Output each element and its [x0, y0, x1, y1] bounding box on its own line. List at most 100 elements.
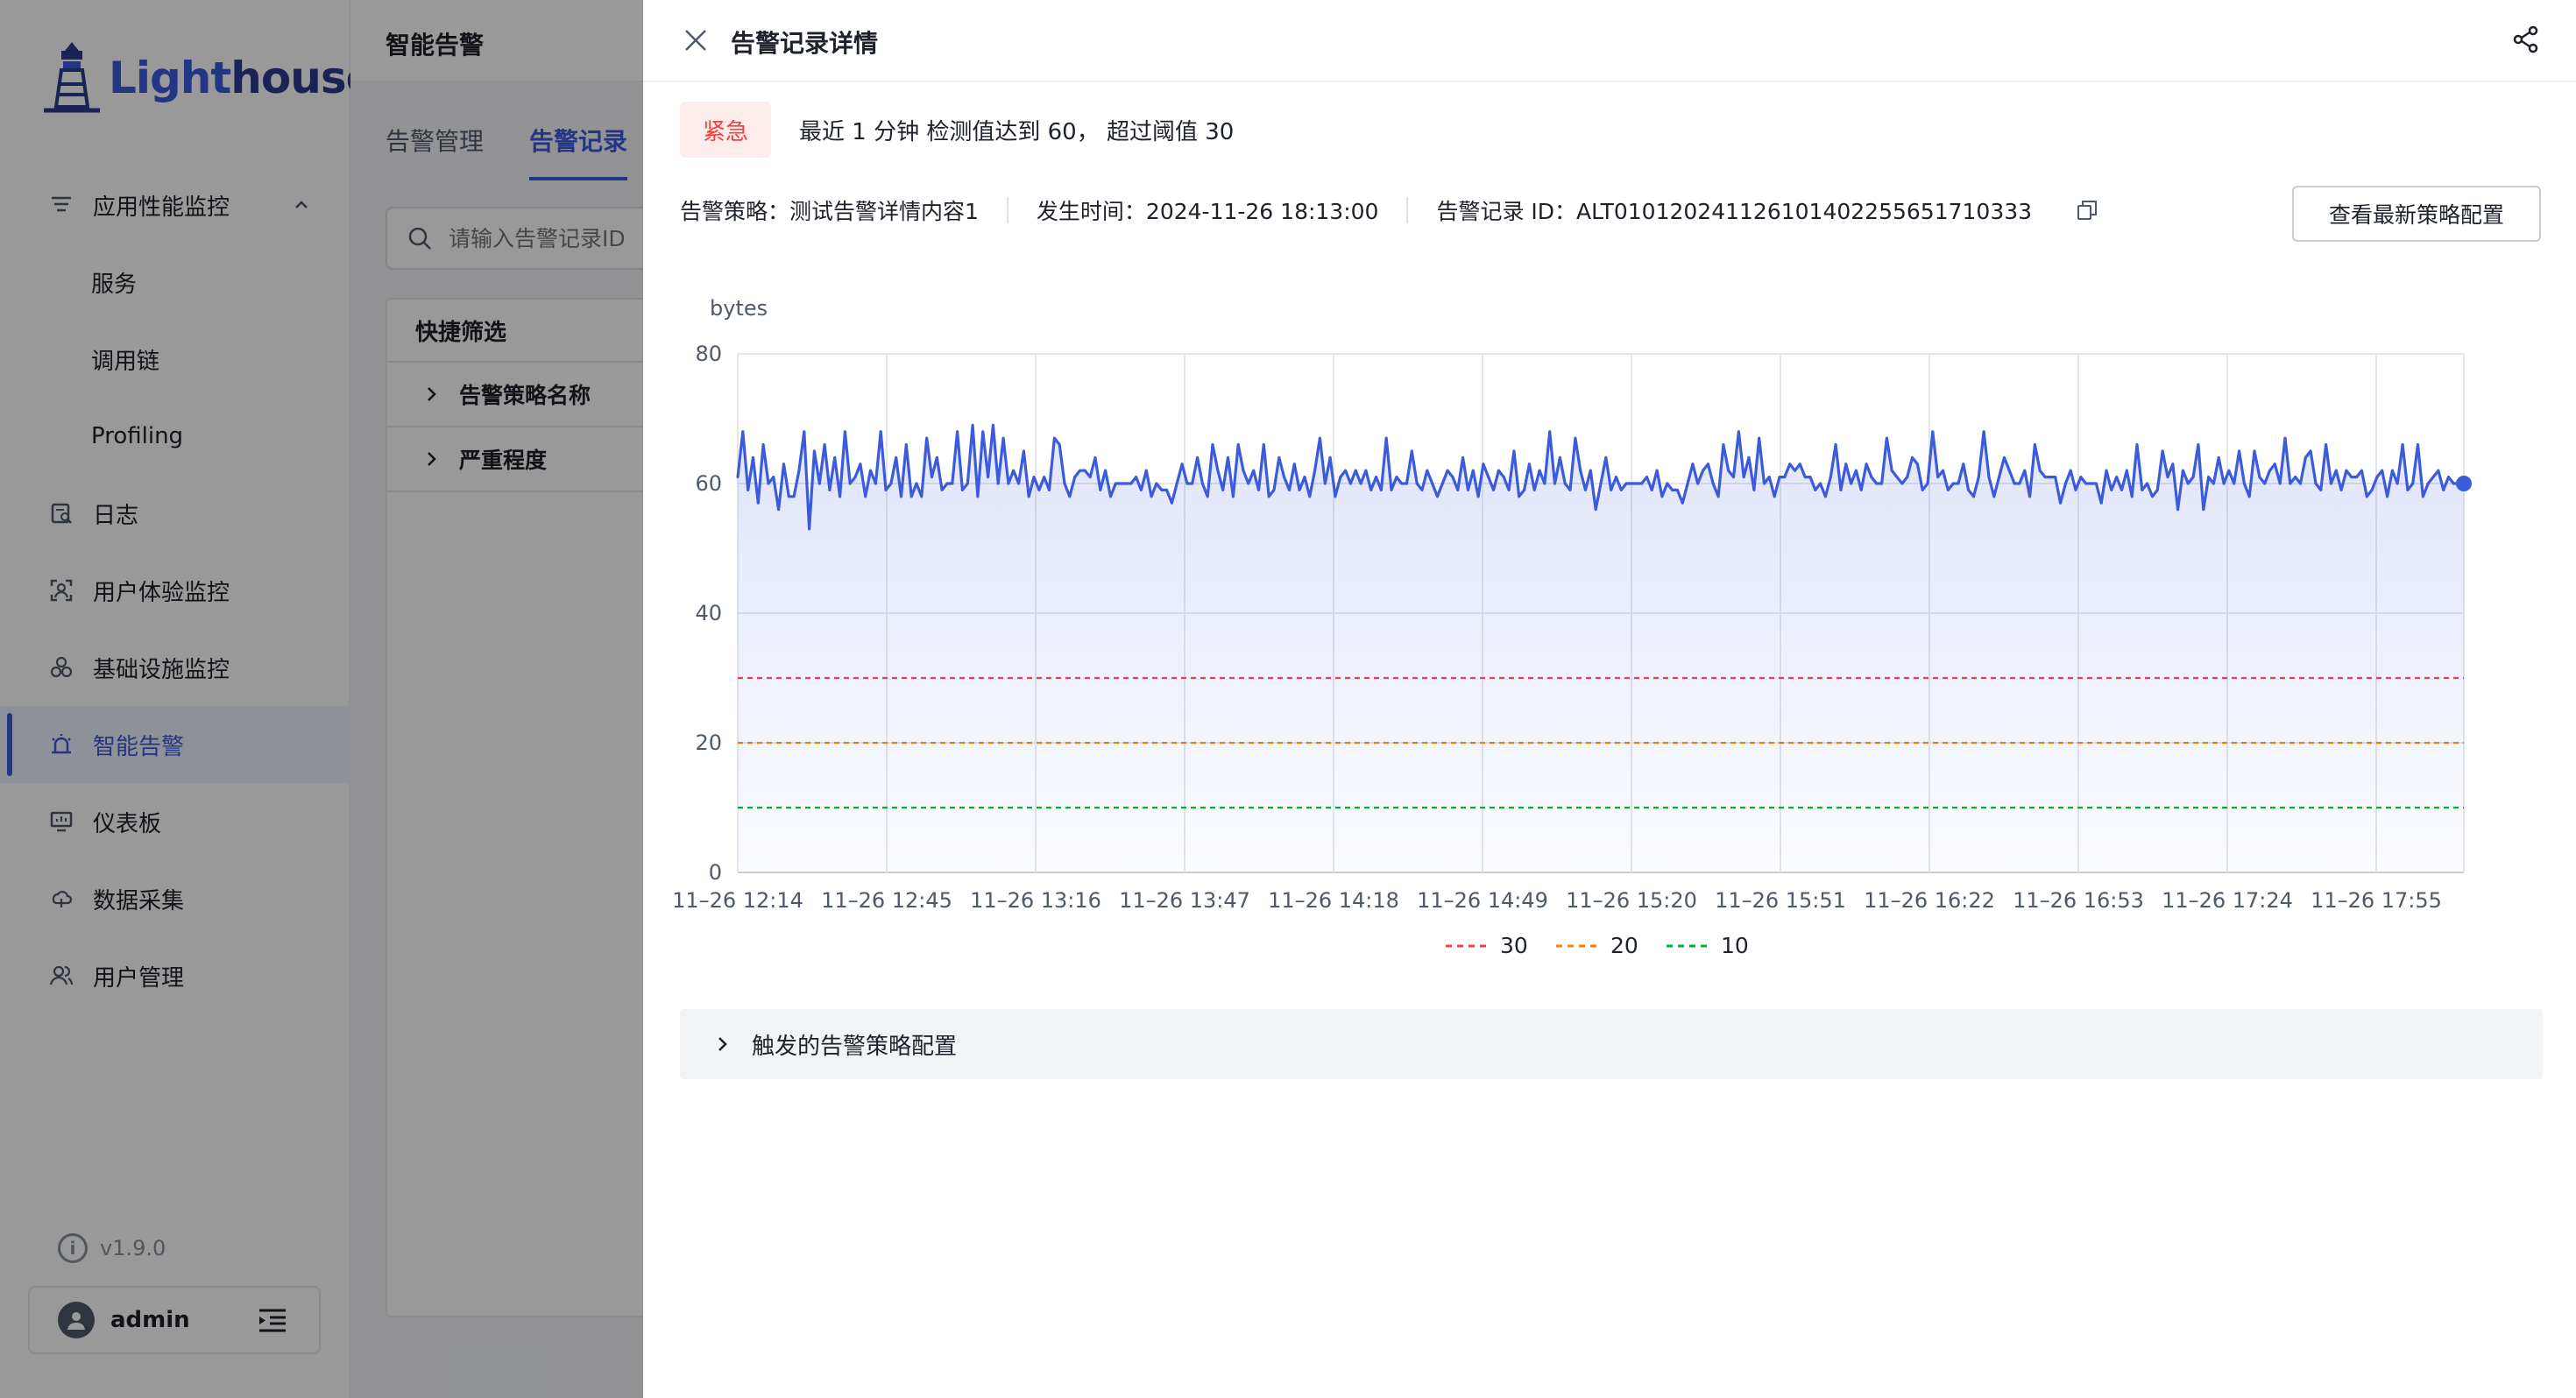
- data-point: [2202, 508, 2205, 512]
- data-point: [1635, 482, 1638, 485]
- data-point: [920, 495, 924, 498]
- data-point: [1951, 482, 1955, 485]
- data-point: [767, 482, 770, 485]
- data-point: [1967, 488, 1971, 491]
- data-point: [1242, 469, 1245, 472]
- data-point: [1752, 488, 1756, 491]
- alarm-record-drawer: 告警记录详情 紧急 最近 1 分钟 检测值达到 60， 超过阈值 30 告警策略…: [643, 0, 2576, 1398]
- data-point: [889, 482, 893, 485]
- data-point: [2421, 495, 2424, 498]
- data-point: [1977, 476, 1980, 479]
- data-point: [1405, 482, 1408, 485]
- triggered-policy-collapse[interactable]: 触发的告警策略配置: [680, 1009, 2543, 1079]
- data-point: [859, 462, 862, 466]
- data-point: [1211, 443, 1214, 447]
- data-point: [935, 455, 938, 459]
- data-point: [1384, 436, 1388, 440]
- data-point: [1492, 488, 1496, 491]
- data-point: [2038, 469, 2042, 472]
- data-point: [1942, 469, 1944, 472]
- data-point: [2304, 455, 2307, 459]
- data-point: [2171, 462, 2175, 466]
- data-point: [1527, 462, 1531, 466]
- data-point: [2268, 469, 2271, 472]
- data-point: [1691, 462, 1695, 466]
- data-point: [1221, 488, 1225, 491]
- data-point: [2426, 482, 2430, 485]
- data-point: [1553, 482, 1556, 485]
- legend-label[interactable]: 10: [1721, 933, 1749, 958]
- data-point: [1563, 482, 1567, 485]
- collapse-panel-label: 触发的告警策略配置: [752, 1033, 958, 1060]
- data-point: [1538, 469, 1541, 472]
- series-last-point[interactable]: [2456, 476, 2472, 491]
- alert-record-id: 告警记录 ID：ALT01012024112610140225565171033…: [1436, 199, 2033, 224]
- data-point: [2007, 469, 2011, 472]
- data-point: [869, 469, 872, 472]
- data-point: [1170, 501, 1173, 505]
- copy-icon[interactable]: [2076, 199, 2098, 222]
- legend-label[interactable]: 20: [1610, 933, 1638, 958]
- data-point: [915, 482, 918, 485]
- data-point: [2191, 476, 2195, 479]
- data-point: [966, 482, 969, 485]
- data-point: [1686, 482, 1689, 485]
- data-point: [1109, 495, 1112, 498]
- data-point: [1216, 469, 1220, 472]
- data-point: [987, 476, 990, 479]
- data-point: [1206, 495, 1209, 498]
- data-point: [853, 476, 857, 479]
- legend-label[interactable]: 30: [1500, 933, 1528, 958]
- data-point: [1185, 482, 1189, 485]
- data-point: [1543, 482, 1546, 485]
- data-point: [2263, 482, 2267, 485]
- data-point: [777, 508, 781, 512]
- data-point: [976, 495, 980, 498]
- data-point: [1671, 488, 1674, 491]
- x-tick-label: 11–26 16:22: [1864, 888, 1995, 913]
- data-point: [1114, 482, 1117, 485]
- close-icon[interactable]: [682, 26, 710, 54]
- data-point: [812, 449, 816, 453]
- view-latest-policy-button[interactable]: 查看最新策略配置: [2292, 186, 2541, 242]
- drawer-title: 告警记录详情: [731, 29, 879, 58]
- data-point: [2437, 469, 2440, 472]
- data-point: [2141, 488, 2144, 491]
- data-point: [1364, 469, 1368, 472]
- data-point: [925, 436, 929, 440]
- data-point: [1369, 488, 1373, 491]
- data-point: [2181, 469, 2184, 472]
- data-point: [2115, 476, 2119, 479]
- divider: [1006, 197, 1008, 223]
- data-point: [1803, 476, 1807, 479]
- data-point: [1068, 495, 1072, 498]
- data-point: [1200, 482, 1204, 485]
- data-point: [1880, 482, 1884, 485]
- y-tick-label: 40: [695, 601, 722, 625]
- data-point: [1119, 482, 1122, 485]
- data-point: [2299, 482, 2302, 485]
- data-point: [1328, 455, 1332, 459]
- data-point: [1568, 488, 1572, 491]
- data-point: [1906, 476, 1909, 479]
- data-point: [1191, 482, 1194, 485]
- data-point: [1650, 488, 1653, 491]
- data-point: [1272, 488, 1276, 491]
- data-point: [1497, 469, 1500, 472]
- data-point: [2350, 476, 2353, 479]
- alarm-metric-chart: bytes 020406080 11–26 12:14 11–26 12:45 11…: [672, 296, 2472, 958]
- data-point: [1859, 488, 1863, 491]
- data-point: [747, 488, 750, 491]
- data-point: [1359, 482, 1362, 485]
- data-point: [1150, 495, 1153, 498]
- y-tick-label: 60: [695, 471, 722, 496]
- data-point: [2099, 501, 2103, 505]
- data-point: [1706, 462, 1709, 466]
- data-point: [1619, 488, 1623, 491]
- data-point: [2442, 488, 2445, 491]
- data-point: [2396, 482, 2399, 485]
- data-point: [1339, 476, 1342, 479]
- data-point: [1783, 476, 1787, 479]
- data-point: [1844, 462, 1848, 466]
- share-icon[interactable]: [2511, 25, 2541, 54]
